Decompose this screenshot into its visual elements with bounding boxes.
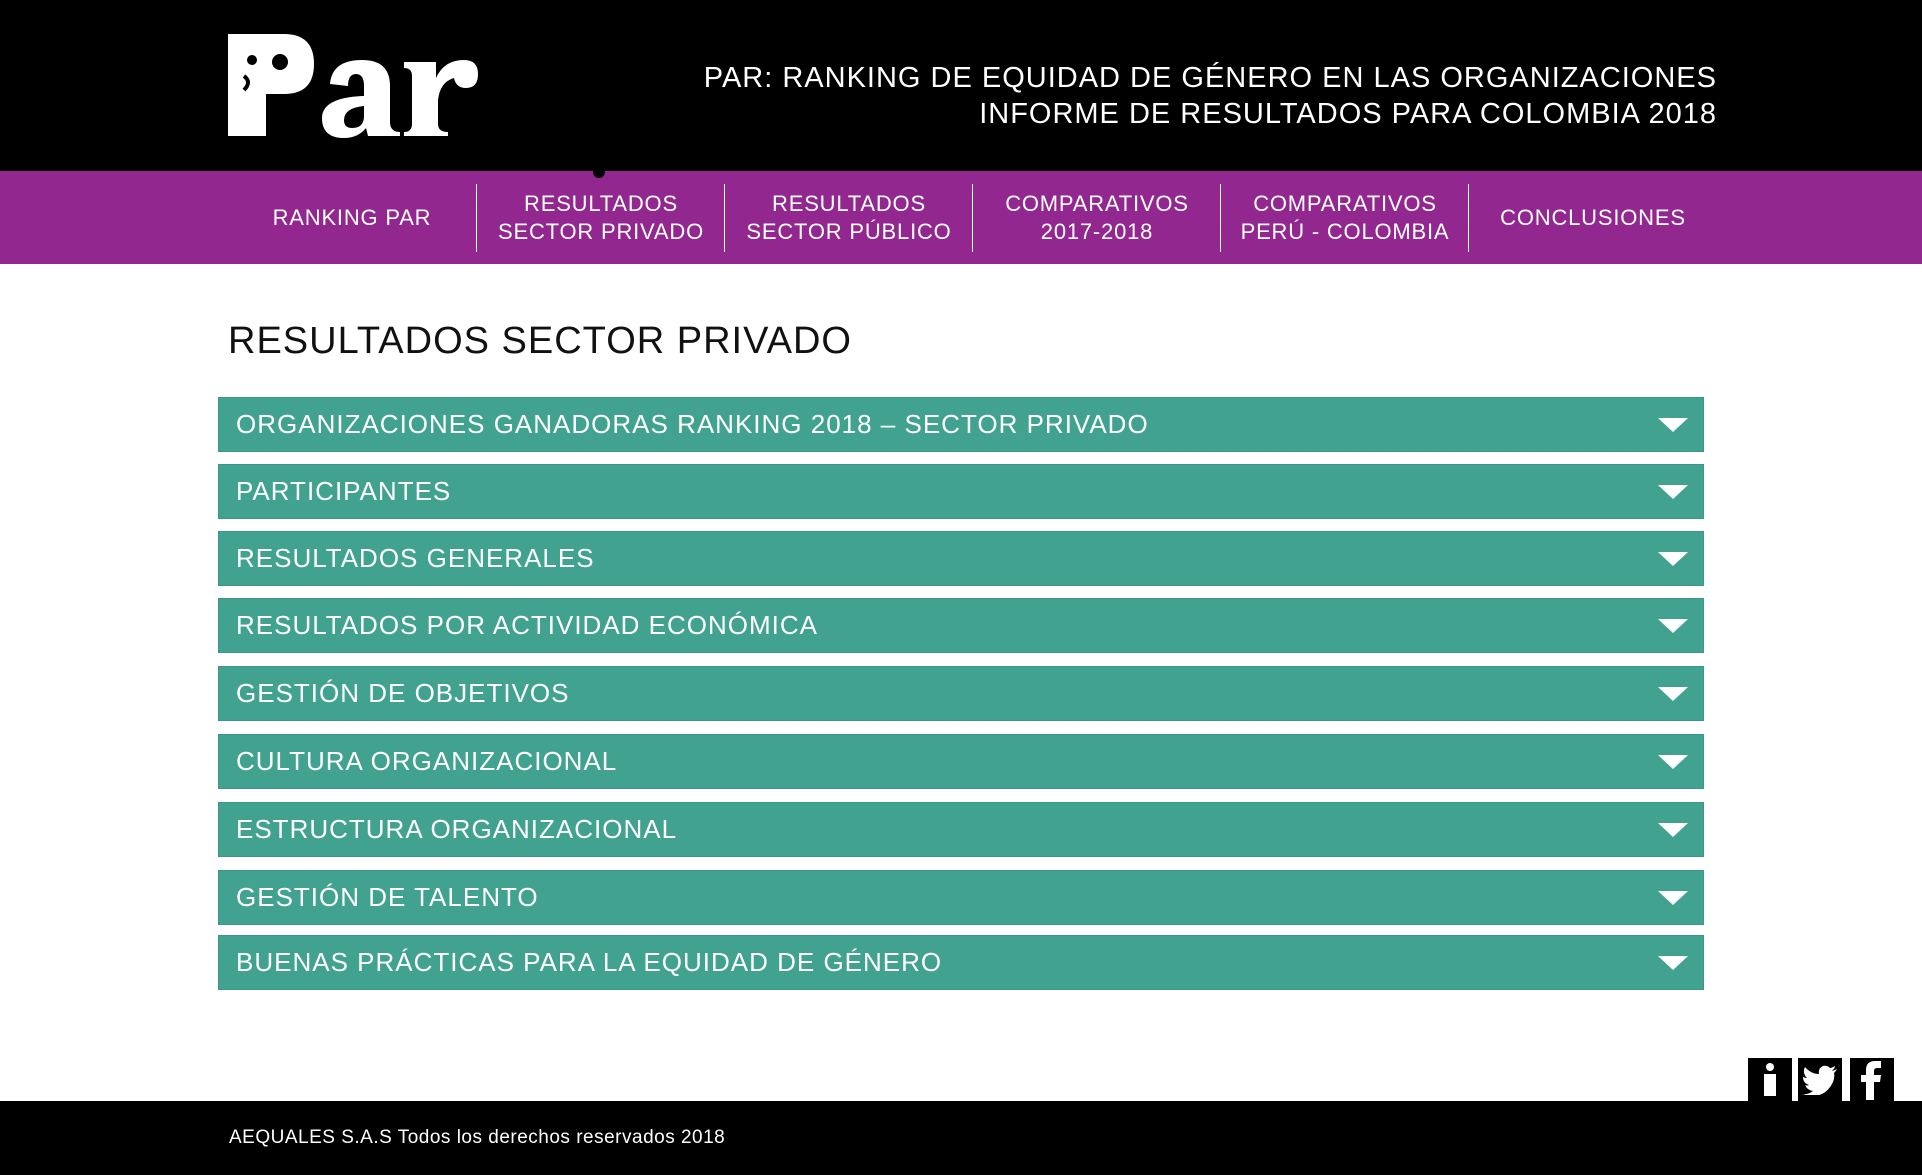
nav-item-label: RANKING PAR — [272, 205, 432, 230]
chevron-down-icon — [1658, 552, 1688, 566]
active-nav-indicator — [593, 166, 605, 178]
nav-item-conclusiones[interactable]: CONCLUSIONES — [1469, 184, 1717, 252]
site-header: PAR: RANKING DE EQUIDAD DE GÉNERO EN LAS… — [0, 0, 1922, 171]
accordion-resultados-generales[interactable]: RESULTADOS GENERALES — [218, 531, 1704, 586]
accordion-estructura-organizacional[interactable]: ESTRUCTURA ORGANIZACIONAL — [218, 802, 1704, 857]
site-title: PAR: RANKING DE EQUIDAD DE GÉNERO EN LAS… — [704, 60, 1717, 132]
copyright-text: AEQUALES S.A.S Todos los derechos reserv… — [229, 1127, 726, 1148]
nav-item-comparativos-2017-2018[interactable]: COMPARATIVOS 2017-2018 — [973, 184, 1221, 252]
nav-item-resultados-sector-publico[interactable]: RESULTADOS SECTOR PÚBLICO — [725, 184, 973, 252]
nav-item-ranking-par[interactable]: RANKING PAR — [228, 184, 476, 252]
accordion-cultura-organizacional[interactable]: CULTURA ORGANIZACIONAL — [218, 734, 1704, 789]
chevron-down-icon — [1658, 687, 1688, 701]
accordion-gestion-talento[interactable]: GESTIÓN DE TALENTO — [218, 870, 1704, 925]
accordion-label: ORGANIZACIONES GANADORAS RANKING 2018 – … — [236, 409, 1149, 439]
accordion-label: BUENAS PRÁCTICAS PARA LA EQUIDAD DE GÉNE… — [236, 947, 943, 977]
chevron-down-icon — [1658, 418, 1688, 432]
accordion-buenas-practicas[interactable]: BUENAS PRÁCTICAS PARA LA EQUIDAD DE GÉNE… — [218, 935, 1704, 990]
chevron-down-icon — [1658, 619, 1688, 633]
main-nav: RANKING PAR RESULTADOS SECTOR PRIVADO RE… — [0, 171, 1922, 264]
accordion-label: RESULTADOS GENERALES — [236, 543, 595, 573]
accordion-participantes[interactable]: PARTICIPANTES — [218, 464, 1704, 519]
accordion-label: GESTIÓN DE OBJETIVOS — [236, 678, 570, 708]
nav-item-label: RESULTADOS SECTOR PÚBLICO — [746, 191, 952, 244]
chevron-down-icon — [1658, 891, 1688, 905]
site-title-line2: INFORME DE RESULTADOS PARA COLOMBIA 2018 — [979, 98, 1717, 130]
accordion-label: PARTICIPANTES — [236, 476, 452, 506]
par-logo[interactable] — [222, 20, 482, 140]
accordion-label: ESTRUCTURA ORGANIZACIONAL — [236, 814, 678, 844]
nav-item-comparativos-peru-colombia[interactable]: COMPARATIVOS PERÚ - COLOMBIA — [1221, 184, 1469, 252]
accordion-gestion-objetivos[interactable]: GESTIÓN DE OBJETIVOS — [218, 666, 1704, 721]
nav-item-label: CONCLUSIONES — [1500, 205, 1686, 230]
nav-item-label: COMPARATIVOS PERÚ - COLOMBIA — [1240, 191, 1450, 244]
accordion-organizaciones-ganadoras[interactable]: ORGANIZACIONES GANADORAS RANKING 2018 – … — [218, 397, 1704, 452]
site-footer: AEQUALES S.A.S Todos los derechos reserv… — [0, 1101, 1922, 1175]
accordion-label: CULTURA ORGANIZACIONAL — [236, 746, 618, 776]
chevron-down-icon — [1658, 755, 1688, 769]
page-title: RESULTADOS SECTOR PRIVADO — [228, 320, 852, 362]
site-title-line1: PAR: RANKING DE EQUIDAD DE GÉNERO EN LAS… — [703, 62, 1717, 94]
chevron-down-icon — [1658, 956, 1688, 970]
accordion-resultados-actividad-economica[interactable]: RESULTADOS POR ACTIVIDAD ECONÓMICA — [218, 598, 1704, 653]
chevron-down-icon — [1658, 823, 1688, 837]
accordion-label: RESULTADOS POR ACTIVIDAD ECONÓMICA — [236, 610, 819, 640]
accordion-label: GESTIÓN DE TALENTO — [236, 882, 539, 912]
twitter-icon[interactable] — [1798, 1058, 1842, 1102]
chevron-down-icon — [1658, 485, 1688, 499]
par-logo-mark — [228, 34, 478, 138]
nav-item-resultados-sector-privado[interactable]: RESULTADOS SECTOR PRIVADO — [477, 184, 725, 252]
info-icon[interactable] — [1748, 1058, 1792, 1102]
nav-item-label: COMPARATIVOS 2017-2018 — [1005, 191, 1189, 244]
facebook-icon[interactable] — [1850, 1058, 1894, 1102]
nav-item-label: RESULTADOS SECTOR PRIVADO — [498, 191, 704, 244]
